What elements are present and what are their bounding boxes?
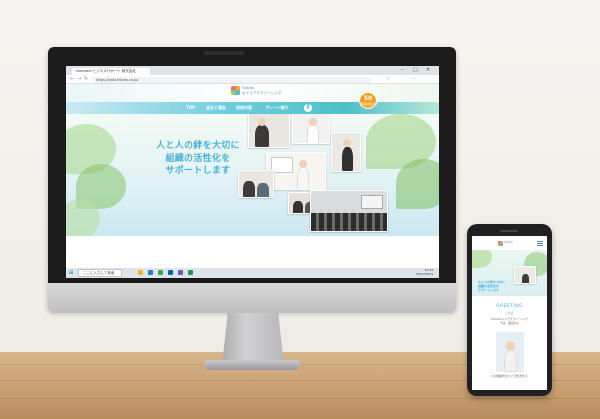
phone-hero-copy: 人と人の絆を大切に 組織の活性化を サポートします (478, 280, 512, 292)
person-figure (255, 125, 269, 147)
hero-copy-line1: 人と人の絆を大切に (156, 141, 240, 151)
foliage (396, 159, 439, 209)
forward-icon[interactable]: → (77, 76, 81, 82)
menu-icon[interactable]: ⋯ (411, 76, 416, 82)
edge-icon[interactable] (148, 270, 153, 275)
phone-hero-photo (514, 266, 536, 284)
phone-screen: f-kards 人と人の絆を大切に 組織の活性化を サポートします GREETI… (472, 236, 547, 390)
photo-lecturer (266, 152, 326, 190)
person-figure (297, 167, 309, 189)
taskbar-search[interactable]: ここに入力して検索 (78, 269, 122, 277)
person-figure (243, 181, 255, 197)
projector-screen (361, 195, 383, 209)
facebook-icon[interactable]: f (304, 103, 312, 112)
badge-number: 50 (363, 95, 373, 102)
monitor-base (204, 360, 300, 370)
back-icon[interactable]: ← (70, 76, 74, 82)
chrome-icon[interactable] (158, 270, 163, 275)
person-head (506, 341, 515, 351)
monitor-camera (204, 51, 244, 55)
person-head (258, 118, 266, 126)
logo-icon[interactable] (231, 86, 240, 95)
person-head (343, 139, 351, 147)
nav-training[interactable]: 研修内容 (236, 105, 252, 111)
phone-footer-text: 人が組織を生かして活性化する (491, 375, 528, 378)
minimize-icon[interactable]: – (401, 67, 404, 73)
person-figure (504, 350, 517, 372)
foliage (472, 250, 492, 268)
site-nav (66, 102, 439, 114)
phone-logo-icon[interactable] (498, 241, 503, 246)
phone-hero: 人と人の絆を大切に 組織の活性化を サポートします (472, 250, 547, 296)
person-head (299, 160, 307, 168)
representative-portrait (496, 332, 524, 372)
close-icon[interactable]: ✕ (426, 67, 430, 73)
browser-tab[interactable]: shunashi ビジネスサポート 株式会社 (72, 68, 150, 75)
hero-section: 人と人の絆を大切に 組織の活性化を サポートします (66, 114, 439, 236)
badge-text: 無料相談受付中 (360, 103, 379, 106)
phone-logo-text[interactable]: f-kards (504, 241, 513, 244)
hero-copy-line2: 組織の活性化を (165, 153, 231, 164)
person-head (309, 118, 317, 126)
hamburger-menu-icon[interactable] (537, 241, 543, 246)
nav-company[interactable]: 会社と理念 (206, 105, 226, 111)
photo-presenter (292, 114, 330, 144)
photo-seminar (310, 190, 388, 232)
wood-grain (0, 398, 600, 399)
explorer-icon[interactable] (138, 270, 143, 275)
monitor-screen: shunashi ビジネスサポート 株式会社 – □ ✕ ← → ↻ https… (66, 66, 439, 278)
consultation-badge[interactable]: 50 無料相談受付中 (359, 92, 379, 109)
logo-text-line2: キャリアグラシーシング (242, 90, 282, 95)
greeting-subtitle: ご挨拶 (505, 312, 514, 315)
photo-discussion (238, 170, 274, 198)
url-field[interactable]: https://sabi-thinka.co.jp/ (92, 76, 372, 83)
person-figure (257, 183, 269, 197)
reload-icon[interactable]: ↻ (84, 76, 88, 82)
site-body (66, 236, 439, 268)
teams-icon[interactable] (178, 270, 183, 275)
greeting-text: f-kardsキャリアグラシーシング 代表 藤田ゆみ (472, 318, 547, 325)
phone-speaker (500, 230, 518, 232)
monitor-stand (222, 313, 284, 363)
clock-date: 2021/05/21 (416, 271, 434, 276)
audience (311, 213, 387, 231)
mail-icon[interactable] (168, 270, 173, 275)
nav-top[interactable]: TOP (186, 105, 195, 110)
whiteboard (271, 157, 293, 173)
excel-icon[interactable] (188, 270, 193, 275)
nav-staff[interactable]: プレーン紹介 (265, 105, 289, 111)
windows-start-icon[interactable]: ⊞ (69, 270, 73, 276)
maximize-icon[interactable]: □ (413, 67, 418, 73)
person-figure (522, 274, 529, 283)
person-figure (293, 201, 303, 213)
logo-text[interactable]: f-kards キャリアグラシーシング (242, 86, 281, 95)
star-icon[interactable]: ☆ (386, 76, 390, 82)
person-figure (307, 125, 319, 143)
phone-hero-line3: サポートします (478, 288, 500, 292)
person-figure (342, 147, 353, 171)
greeting-title: GREETING (496, 304, 523, 309)
photo-meeting (248, 114, 290, 148)
photo-speaker (331, 132, 361, 172)
monitor-chin (48, 283, 456, 313)
browser-tab-bar: shunashi ビジネスサポート 株式会社 – □ ✕ (66, 66, 439, 75)
taskbar-clock[interactable]: 10:44 2021/05/21 (416, 268, 434, 276)
greeting-text-line2: 代表 藤田ゆみ (500, 321, 519, 325)
